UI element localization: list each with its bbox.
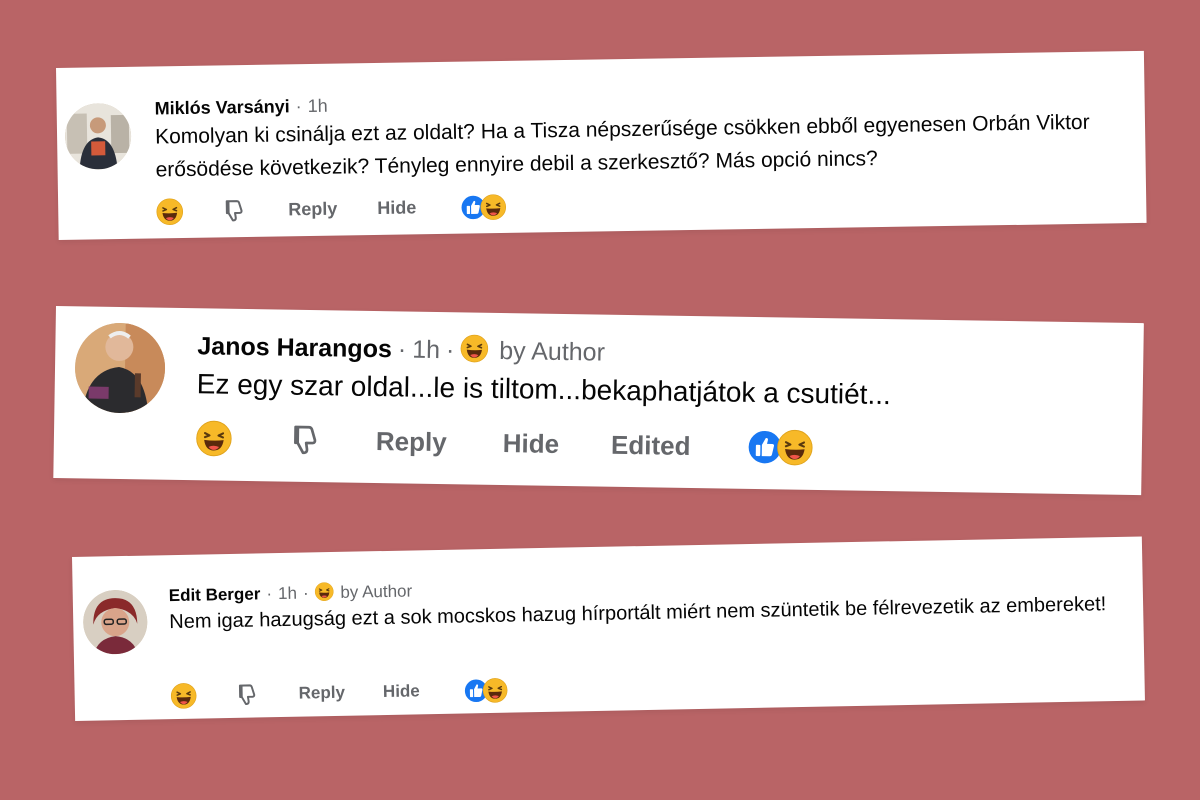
hide-button[interactable]: Hide [502, 428, 559, 460]
reaction-summary[interactable] [460, 193, 507, 221]
comment-card: Janos Harangos · 1h · by Author Ez egy szar… [53, 306, 1144, 496]
author-name[interactable]: Edit Berger [169, 584, 261, 605]
react-laughing-icon[interactable] [170, 682, 197, 710]
reaction-summary[interactable] [746, 428, 813, 466]
hide-button[interactable]: Hide [377, 197, 416, 219]
avatar[interactable] [74, 322, 166, 414]
hide-button[interactable]: Hide [383, 681, 420, 702]
react-laughing-icon[interactable] [195, 420, 233, 457]
author-badge: by Author [499, 336, 606, 367]
comment-actions: Reply Hide [156, 193, 507, 226]
comment-card: Miklós Varsányi · 1h Komolyan ki csinálja … [56, 50, 1147, 240]
reply-button[interactable]: Reply [298, 683, 345, 704]
comment-actions: Reply Hide Edited [195, 420, 813, 466]
comment-text: Ez egy szar oldal...le is tiltom...bekap… [196, 368, 892, 411]
timestamp[interactable]: 1h [308, 96, 328, 116]
author-name[interactable]: Miklós Varsányi [154, 96, 289, 118]
dislike-icon[interactable] [234, 681, 260, 707]
dislike-icon[interactable] [221, 197, 248, 224]
avatar[interactable] [64, 102, 132, 170]
edited-label: Edited [610, 429, 691, 461]
comment-header: Janos Harangos · 1h · by Author [197, 332, 606, 367]
react-laughing-icon[interactable] [156, 198, 184, 226]
timestamp[interactable]: 1h [412, 336, 440, 364]
comment-actions: Reply Hide [170, 677, 509, 710]
laughing-emoji-icon [460, 334, 489, 363]
avatar[interactable] [82, 589, 148, 655]
author-name[interactable]: Janos Harangos [197, 332, 392, 363]
reply-button[interactable]: Reply [288, 199, 337, 221]
author-badge: by Author [340, 581, 413, 602]
comment-header: Miklós Varsányi · 1h [154, 95, 328, 119]
laughing-emoji-icon [776, 429, 813, 466]
reaction-summary[interactable] [463, 677, 509, 704]
timestamp[interactable]: 1h [278, 584, 297, 603]
reply-button[interactable]: Reply [376, 426, 447, 458]
laughing-emoji-icon [482, 677, 509, 703]
comment-card: Edit Berger · 1h · by Author Nem igaz hazug… [72, 536, 1145, 721]
laughing-emoji-icon [480, 193, 507, 220]
dislike-icon[interactable] [288, 422, 325, 459]
comment-text: Komolyan ki csinálja ezt az oldalt? Ha a… [154, 110, 1090, 182]
laughing-emoji-icon [314, 581, 334, 602]
